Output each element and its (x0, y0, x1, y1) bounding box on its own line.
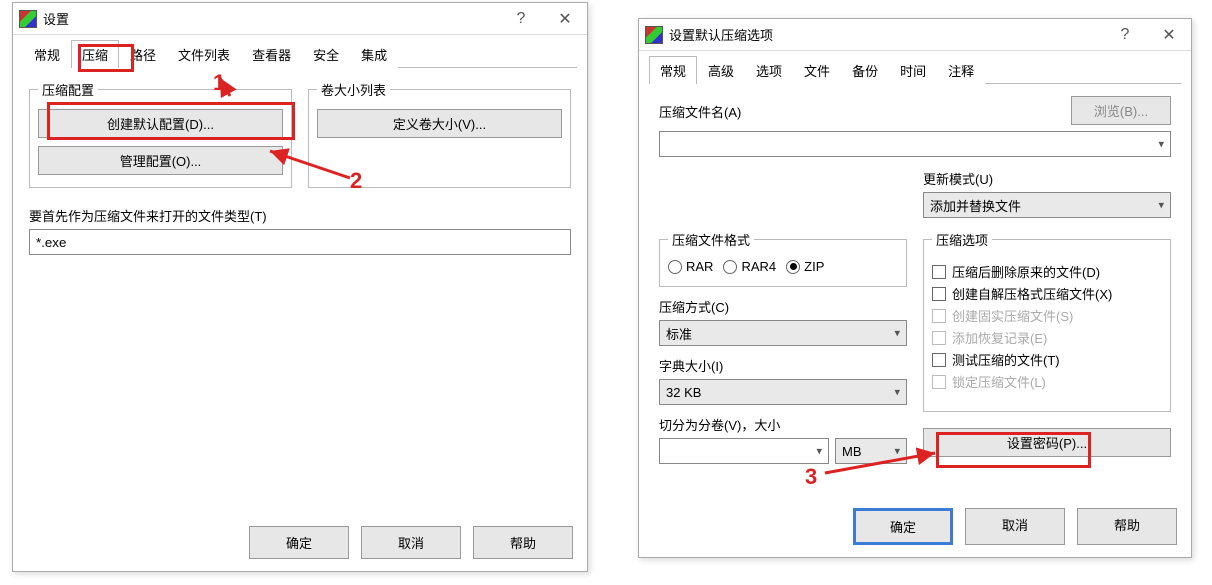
split-unit-combo[interactable]: MB ▾ (835, 438, 907, 464)
archive-name-combo[interactable]: ▾ (659, 131, 1171, 157)
split-size-combo[interactable]: ▾ (659, 438, 829, 464)
tab2-general[interactable]: 常规 (649, 56, 697, 84)
method-value: 标准 (666, 324, 692, 343)
update-mode-combo[interactable]: 添加并替换文件 ▾ (923, 192, 1171, 218)
tab-content: 压缩配置 创建默认配置(D)... 管理配置(O)... 卷大小列表 定义卷大小… (13, 68, 587, 267)
update-mode-value: 添加并替换文件 (930, 196, 1021, 215)
split-label: 切分为分卷(V)，大小 (659, 415, 907, 434)
close-icon[interactable]: ✕ (543, 3, 587, 35)
tab2-time[interactable]: 时间 (889, 56, 937, 84)
update-mode-label: 更新模式(U) (923, 169, 1171, 188)
tab2-content: 压缩文件名(A) 浏览(B)... ▾ 更新模式(U) 添加并替换文件 ▾ (639, 84, 1191, 476)
dialog-footer: 确定 取消 帮助 (249, 526, 573, 559)
open-types-input[interactable] (29, 229, 571, 255)
help-button[interactable]: 帮助 (1077, 508, 1177, 545)
dict-value: 32 KB (666, 385, 701, 400)
tab2-options[interactable]: 选项 (745, 56, 793, 84)
tab-compression[interactable]: 压缩 (71, 40, 119, 68)
chevron-down-icon: ▾ (894, 327, 900, 340)
dict-combo[interactable]: 32 KB ▾ (659, 379, 907, 405)
format-rar4[interactable]: RAR4 (723, 259, 776, 274)
dialog2-footer: 确定 取消 帮助 (853, 508, 1177, 545)
default-compression-dialog: 设置默认压缩选项 ? ✕ 常规 高级 选项 文件 备份 时间 注释 压缩文件名(… (638, 18, 1192, 558)
group-options: 压缩选项 压缩后删除原来的文件(D) 创建自解压格式压缩文件(X) 创建固实压缩… (923, 230, 1171, 412)
help-icon[interactable]: ? (499, 3, 543, 35)
tab-integration[interactable]: 集成 (350, 40, 398, 68)
app-icon (19, 10, 37, 28)
cancel-button[interactable]: 取消 (965, 508, 1065, 545)
app-icon (645, 26, 663, 44)
tab2-advanced[interactable]: 高级 (697, 56, 745, 84)
tab2-files[interactable]: 文件 (793, 56, 841, 84)
set-password-button[interactable]: 设置密码(P)... (923, 428, 1171, 457)
settings-dialog: 设置 ? ✕ 常规 压缩 路径 文件列表 查看器 安全 集成 压缩配置 创建默认… (12, 2, 588, 572)
define-volume-button[interactable]: 定义卷大小(V)... (317, 109, 562, 138)
manage-profile-button[interactable]: 管理配置(O)... (38, 146, 283, 175)
group-options-legend: 压缩选项 (932, 230, 992, 249)
close-icon[interactable]: ✕ (1147, 19, 1191, 51)
opt-sfx[interactable]: 创建自解压格式压缩文件(X) (932, 284, 1162, 303)
open-types-label: 要首先作为压缩文件来打开的文件类型(T) (29, 206, 571, 225)
tab2-backup[interactable]: 备份 (841, 56, 889, 84)
group-volume-list-legend: 卷大小列表 (317, 80, 390, 99)
cancel-button[interactable]: 取消 (361, 526, 461, 559)
method-combo[interactable]: 标准 ▾ (659, 320, 907, 346)
tab-viewer[interactable]: 查看器 (241, 40, 302, 68)
opt-solid: 创建固实压缩文件(S) (932, 306, 1162, 325)
dict-label: 字典大小(I) (659, 356, 907, 375)
tab-filelist[interactable]: 文件列表 (167, 40, 241, 68)
titlebar: 设置 ? ✕ (13, 3, 587, 35)
tab-security[interactable]: 安全 (302, 40, 350, 68)
dialog2-title: 设置默认压缩选项 (669, 25, 1103, 44)
group-volume-list: 卷大小列表 定义卷大小(V)... (308, 80, 571, 188)
tab-paths[interactable]: 路径 (119, 40, 167, 68)
split-unit-value: MB (842, 444, 862, 459)
tabs: 常规 压缩 路径 文件列表 查看器 安全 集成 (23, 39, 577, 68)
chevron-down-icon: ▾ (894, 386, 900, 399)
archive-name-label: 压缩文件名(A) (659, 102, 1061, 121)
dialog-title: 设置 (43, 9, 499, 28)
group-compress-config-legend: 压缩配置 (38, 80, 98, 99)
opt-lock: 锁定压缩文件(L) (932, 372, 1162, 391)
ok-button[interactable]: 确定 (249, 526, 349, 559)
group-format: 压缩文件格式 RAR RAR4 ZIP (659, 230, 907, 287)
create-default-profile-button[interactable]: 创建默认配置(D)... (38, 109, 283, 138)
chevron-down-icon: ▾ (1158, 138, 1164, 151)
help-icon[interactable]: ? (1103, 19, 1147, 51)
help-button[interactable]: 帮助 (473, 526, 573, 559)
group-format-legend: 压缩文件格式 (668, 230, 754, 249)
chevron-down-icon: ▾ (816, 445, 822, 458)
titlebar-2: 设置默认压缩选项 ? ✕ (639, 19, 1191, 51)
opt-recovery: 添加恢复记录(E) (932, 328, 1162, 347)
method-label: 压缩方式(C) (659, 297, 907, 316)
chevron-down-icon: ▾ (894, 445, 900, 458)
tabs-2: 常规 高级 选项 文件 备份 时间 注释 (649, 55, 1181, 84)
opt-test[interactable]: 测试压缩的文件(T) (932, 350, 1162, 369)
format-zip[interactable]: ZIP (786, 259, 824, 274)
format-rar[interactable]: RAR (668, 259, 713, 274)
tab-general[interactable]: 常规 (23, 40, 71, 68)
ok-button[interactable]: 确定 (853, 508, 953, 545)
opt-delete-after[interactable]: 压缩后删除原来的文件(D) (932, 262, 1162, 281)
tab2-comment[interactable]: 注释 (937, 56, 985, 84)
group-compress-config: 压缩配置 创建默认配置(D)... 管理配置(O)... (29, 80, 292, 188)
chevron-down-icon: ▾ (1158, 199, 1164, 212)
browse-button[interactable]: 浏览(B)... (1071, 96, 1171, 125)
